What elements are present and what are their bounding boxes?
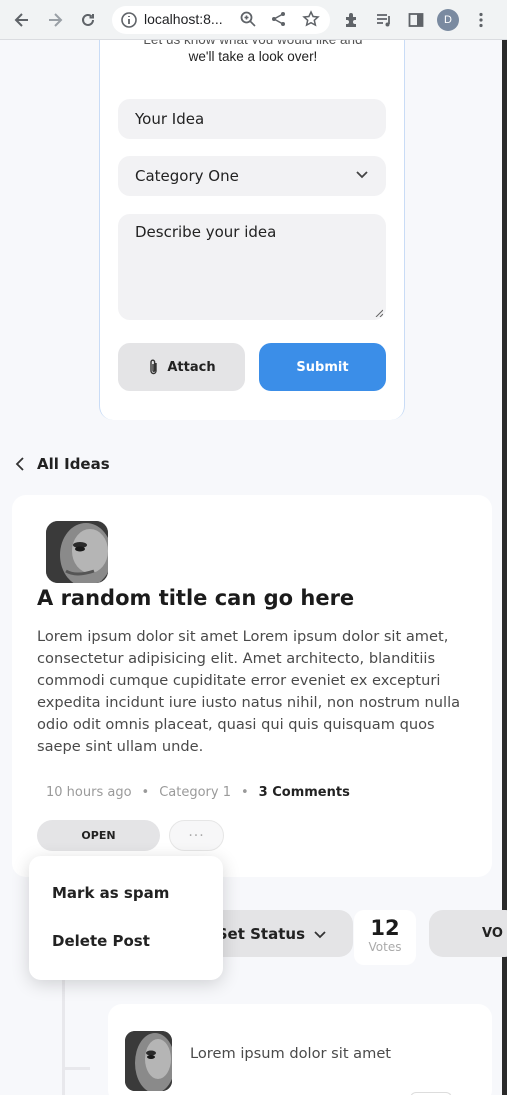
- reload-icon[interactable]: [76, 8, 100, 32]
- vote-button[interactable]: VO: [429, 910, 507, 957]
- idea-description: Lorem ipsum dolor sit amet Lorem ipsum d…: [37, 628, 461, 755]
- browser-toolbar: localhost:8... D: [0, 0, 507, 40]
- zoom-icon[interactable]: [239, 10, 257, 32]
- all-ideas-label: All Ideas: [37, 455, 110, 473]
- chevron-down-icon: [314, 930, 326, 938]
- bookmark-star-icon[interactable]: [302, 10, 320, 32]
- description-textarea[interactable]: Describe your idea: [118, 214, 386, 320]
- category-select[interactable]: Category One: [118, 156, 386, 196]
- resize-handle-icon[interactable]: [375, 309, 383, 317]
- paperclip-icon: [150, 359, 158, 375]
- address-bar[interactable]: localhost:8...: [112, 6, 330, 34]
- more-options-button[interactable]: ···: [169, 820, 224, 851]
- comment-text: Lorem ipsum dolor sit amet: [190, 1045, 392, 1062]
- ellipsis-icon: ···: [188, 827, 205, 844]
- description-placeholder: Describe your idea: [135, 223, 277, 241]
- form-intro: Let us know what you would like and we'l…: [100, 40, 406, 66]
- site-info-icon[interactable]: [120, 11, 138, 33]
- thread-line: [62, 980, 65, 1095]
- idea-meta: 10 hours ago • Category 1 • 3 Comments: [46, 785, 350, 800]
- votes-count: 12: [370, 916, 400, 940]
- menu-item-delete-post[interactable]: Delete Post: [52, 932, 150, 950]
- comment-author-avatar[interactable]: [125, 1031, 172, 1091]
- submit-label: Submit: [296, 359, 349, 375]
- extensions-icon[interactable]: [340, 8, 364, 32]
- meta-separator: •: [141, 785, 150, 800]
- menu-item-mark-as-spam[interactable]: Mark as spam: [52, 884, 169, 902]
- idea-comments-count[interactable]: 3 Comments: [259, 785, 350, 800]
- all-ideas-link[interactable]: All Ideas: [15, 455, 110, 473]
- idea-title-input[interactable]: Your Idea: [118, 99, 386, 139]
- idea-title[interactable]: A random title can go here: [37, 586, 354, 610]
- status-badge[interactable]: OPEN: [37, 820, 160, 851]
- chevron-left-icon: [15, 457, 24, 471]
- thread-connector: [62, 1067, 90, 1070]
- category-selected: Category One: [135, 167, 239, 185]
- vote-button-label: VO: [482, 926, 503, 941]
- attach-label: Attach: [167, 359, 216, 375]
- share-icon[interactable]: [270, 10, 288, 32]
- meta-separator: •: [241, 785, 249, 800]
- back-arrow-icon[interactable]: [10, 8, 34, 32]
- chevron-down-icon: [355, 167, 369, 185]
- more-options-menu: Mark as spam Delete Post: [29, 856, 223, 980]
- url-text[interactable]: localhost:8...: [144, 11, 223, 27]
- idea-title-placeholder: Your Idea: [135, 110, 205, 128]
- idea-time: 10 hours ago: [46, 785, 132, 800]
- votes-label: Votes: [368, 940, 402, 954]
- intro-line-2: we'll take a look over!: [188, 49, 318, 64]
- idea-category: Category 1: [159, 785, 231, 800]
- media-queue-icon[interactable]: [372, 8, 396, 32]
- attach-button[interactable]: Attach: [118, 343, 245, 391]
- set-status-label: Set Status: [216, 924, 305, 943]
- profile-avatar[interactable]: D: [437, 9, 459, 31]
- forward-arrow-icon[interactable]: [43, 8, 67, 32]
- submit-button[interactable]: Submit: [259, 343, 386, 391]
- side-panel-icon[interactable]: [404, 8, 428, 32]
- intro-line-1: Let us know what you would like and: [100, 40, 406, 44]
- votes-counter: 12 Votes: [354, 910, 416, 965]
- idea-author-avatar[interactable]: [46, 521, 108, 583]
- status-label: OPEN: [81, 829, 116, 842]
- menu-kebab-icon[interactable]: [469, 8, 493, 32]
